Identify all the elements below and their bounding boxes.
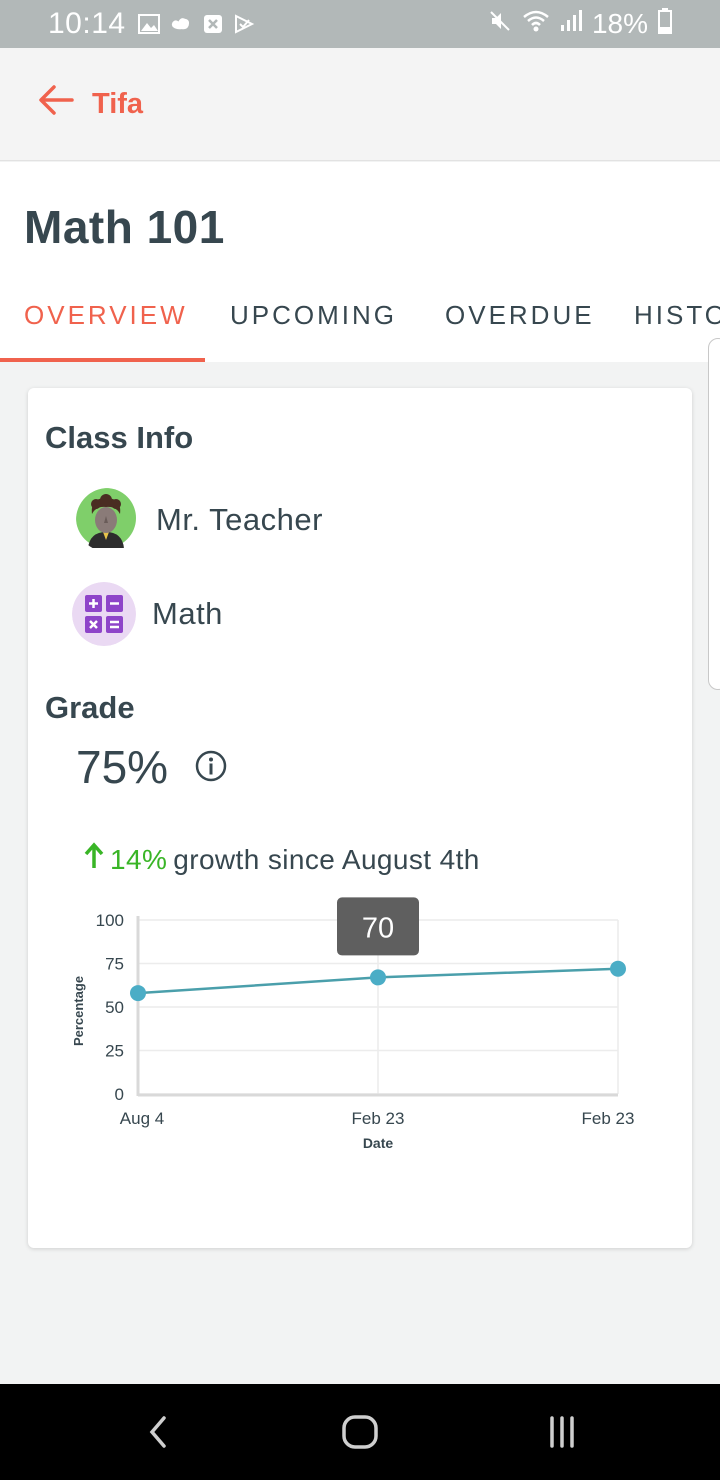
next-card-edge <box>708 338 720 690</box>
y-tick-label: 25 <box>105 1042 124 1061</box>
status-time: 10:14 <box>48 7 126 40</box>
x-tick-label: Aug 4 <box>120 1109 164 1128</box>
nav-back-icon[interactable] <box>134 1408 182 1456</box>
growth-percent: 14% <box>110 843 168 875</box>
subject-name: Math <box>152 596 223 631</box>
y-tick-label: 50 <box>105 998 124 1017</box>
grade-value: 75% <box>76 741 169 793</box>
arrow-up-icon <box>84 842 104 877</box>
tab-overdue[interactable]: OVERDUE <box>445 292 595 362</box>
x-axis-title: Date <box>363 1135 394 1151</box>
growth-text: growth since August 4th <box>173 843 480 875</box>
growth-row: 14% growth since August 4th <box>84 842 480 877</box>
page-title: Math 101 <box>24 201 225 253</box>
grade-line-chart: 0 25 50 75 100 Aug 4 Feb 23 Feb 23 Date Percentag… <box>71 897 635 1151</box>
x-tick-label: Feb 23 <box>582 1109 635 1128</box>
overview-card: Class Info Mr. Teacher Math Grade 75% 14… <box>28 388 692 1248</box>
app-bar: Tifa <box>0 48 720 161</box>
nav-recents-icon[interactable] <box>538 1408 586 1456</box>
notification-icons <box>137 13 256 35</box>
subject-row: Math <box>72 582 223 646</box>
mute-icon <box>488 8 512 40</box>
battery-text: 18% <box>591 8 648 39</box>
back-button[interactable]: Tifa <box>38 84 143 124</box>
y-tick-label: 75 <box>105 955 124 974</box>
x-tick-label: Feb 23 <box>352 1109 405 1128</box>
teacher-avatar <box>76 488 140 552</box>
y-tick-label: 100 <box>96 911 124 930</box>
data-point[interactable] <box>610 960 626 977</box>
tab-upcoming[interactable]: UPCOMING <box>230 292 397 362</box>
teacher-name: Mr. Teacher <box>156 502 323 537</box>
class-info-heading: Class Info <box>45 420 194 455</box>
y-axis-title: Percentage <box>71 976 86 1046</box>
battery-icon <box>658 7 672 41</box>
close-box-icon <box>202 13 224 35</box>
back-label: Tifa <box>92 87 144 120</box>
status-bar: 10:14 18% <box>0 0 720 48</box>
system-icons: 18% <box>488 7 672 41</box>
grade-value-row: 75% <box>76 740 228 794</box>
data-point[interactable] <box>130 985 146 1002</box>
tab-indicator <box>0 358 205 362</box>
teacher-row: Mr. Teacher <box>76 488 323 552</box>
y-tick-label: 0 <box>115 1085 124 1104</box>
info-icon[interactable] <box>194 740 228 794</box>
data-point[interactable] <box>370 969 386 986</box>
nav-home-icon[interactable] <box>336 1408 384 1456</box>
tooltip-value: 70 <box>362 912 394 944</box>
system-nav-bar <box>0 1384 720 1480</box>
course-header: Math 101 OVERVIEW UPCOMING OVERDUE HISTO <box>0 162 720 362</box>
arrow-left-icon <box>38 84 74 124</box>
wifi-icon <box>522 8 550 40</box>
tab-overview[interactable]: OVERVIEW <box>24 292 188 362</box>
cloud-icon <box>170 13 192 35</box>
signal-icon <box>560 8 582 40</box>
gallery-icon <box>137 13 160 35</box>
tab-bar: OVERVIEW UPCOMING OVERDUE HISTO <box>0 292 720 362</box>
play-check-icon <box>234 13 256 35</box>
grade-heading: Grade <box>45 690 135 725</box>
calculator-icon <box>72 582 136 646</box>
